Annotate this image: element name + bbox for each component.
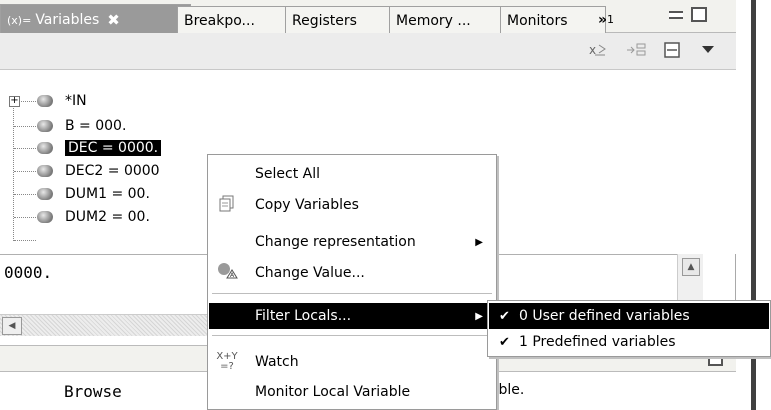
menu-separator (212, 293, 492, 294)
context-menu: Select All Copy Variables Change represe… (207, 154, 497, 410)
checkmark-icon: ✔ (499, 334, 510, 350)
minimize-icon[interactable] (669, 11, 683, 19)
tab-overflow-chevron[interactable]: » 1 (592, 6, 656, 33)
change-value-icon: A (215, 262, 239, 284)
tree-item[interactable]: *IN (37, 90, 87, 112)
variable-icon (37, 188, 53, 200)
tab-label: Registers (292, 12, 357, 29)
details-value: 0000. (4, 263, 53, 282)
checkmark-icon: ✔ (499, 308, 510, 324)
tree-item[interactable]: B = 000. (37, 115, 126, 137)
menu-item-monitor-local-variable[interactable]: Monitor Local Variable (209, 379, 495, 405)
menu-item-change-representation[interactable]: Change representation ▶ (209, 229, 495, 255)
view-toolbar: x (0, 33, 736, 70)
submenu-item-user-defined[interactable]: ✔ 0 User defined variables (489, 303, 769, 329)
tree-item-selected[interactable]: DEC = 0000. (37, 137, 162, 159)
variable-icon (37, 211, 53, 223)
tab-registers[interactable]: Registers (285, 6, 403, 34)
view-menu-icon[interactable] (696, 41, 720, 61)
menu-item-filter-locals[interactable]: Filter Locals... ▶ (209, 303, 495, 329)
tree-item[interactable]: DUM2 = 00. (37, 206, 150, 228)
tab-label: Monitors (507, 12, 568, 29)
tab-bar: (x)= Variables ✖ Breakpo... Registers Me… (0, 0, 736, 35)
tree-item[interactable]: DUM1 = 00. (37, 183, 150, 205)
scroll-left-icon[interactable]: ◀ (2, 317, 22, 335)
tab-label: Memory ... (396, 12, 471, 29)
tree-item[interactable]: DEC2 = 0000 (37, 160, 160, 182)
collapse-all-icon[interactable] (624, 41, 648, 61)
menu-item-change-value[interactable]: A Change Value... (209, 260, 495, 286)
overflow-count: 1 (607, 13, 615, 26)
submenu-item-predefined[interactable]: ✔ 1 Predefined variables (489, 329, 769, 355)
close-icon[interactable]: ✖ (107, 11, 120, 29)
variable-icon (37, 165, 53, 177)
filter-locals-submenu: ✔ 0 User defined variables ✔ 1 Predefine… (487, 300, 771, 357)
copy-icon (215, 194, 239, 216)
tab-label: Breakpo... (184, 12, 255, 29)
variable-icon (37, 95, 53, 107)
layout-icon[interactable] (660, 41, 684, 61)
watch-expression-icon: X+Y =? (216, 351, 238, 372)
scroll-up-icon[interactable]: ▲ (682, 258, 700, 276)
tab-monitors[interactable]: Monitors (500, 6, 606, 34)
tab-memory[interactable]: Memory ... (389, 6, 514, 34)
maximize-icon[interactable] (691, 7, 707, 22)
tab-variables[interactable]: (x)= Variables ✖ (0, 4, 191, 35)
variable-icon (37, 120, 53, 132)
variables-icon: (x)= (7, 13, 32, 27)
menu-item-copy-variables[interactable]: Copy Variables (209, 192, 495, 218)
menu-item-select-all[interactable]: Select All (209, 161, 495, 187)
variable-icon (37, 142, 53, 154)
submenu-arrow-icon: ▶ (475, 236, 483, 248)
submenu-arrow-icon: ▶ (475, 310, 483, 322)
chevron-icon: » (598, 11, 608, 28)
browse-label[interactable]: Browse (64, 382, 122, 401)
tab-breakpoints[interactable]: Breakpo... (177, 6, 299, 34)
expand-icon[interactable]: + (9, 96, 20, 107)
tab-label: Variables (35, 12, 100, 28)
show-type-names-icon[interactable]: x (586, 41, 610, 61)
menu-separator (212, 335, 492, 336)
menu-item-watch[interactable]: X+Y =? Watch (209, 349, 495, 375)
